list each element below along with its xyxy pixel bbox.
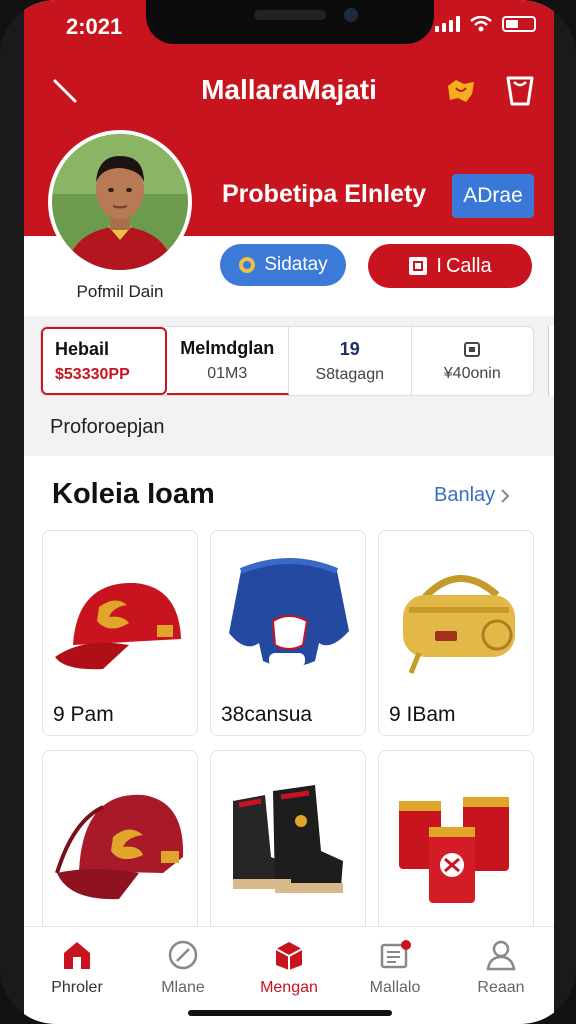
stat-title: Melmdglan	[180, 337, 275, 358]
chevron-right-icon	[501, 488, 510, 503]
signal-icon	[435, 16, 460, 32]
user-icon	[486, 940, 516, 971]
stat-item[interactable]: ¥40onin	[412, 327, 534, 395]
profile-name: Pofmil Dain	[76, 282, 164, 301]
gallery-title: Koleia Ioam	[52, 478, 215, 510]
settings-icon	[239, 257, 256, 273]
battery-icon	[502, 16, 536, 32]
bag-icon	[403, 575, 515, 674]
tab-label: Phroler	[51, 979, 103, 996]
profile-action-button[interactable]: ADrae	[452, 174, 534, 218]
calendar-icon	[409, 257, 428, 275]
stats-bar: Hebail $53330PP Melmdglan 01M3 19 S8taga…	[40, 326, 534, 396]
notch	[146, 0, 434, 44]
stat-value: S8tagagn	[315, 365, 384, 383]
pill-red-label: Calla	[445, 254, 492, 277]
stat-item[interactable]: Hebail $53330PP	[41, 327, 167, 395]
tab-home[interactable]: Phroler	[27, 939, 127, 1024]
calendar-icon	[464, 342, 481, 357]
profile-title: Probetipa Elnlety	[222, 180, 427, 208]
jersey-icon	[229, 558, 349, 667]
tab-label: Mengan	[260, 979, 318, 996]
section-label: Proforoepjan	[50, 416, 165, 438]
stat-value: $53330PP	[55, 365, 130, 383]
phone-frame: 2:021 MallaraMajati Probetipa Elnlety AD…	[0, 0, 576, 1024]
news-icon	[380, 940, 411, 969]
stat-value: 01M3	[207, 364, 248, 382]
status-time: 2:021	[66, 14, 123, 39]
stats-overflow-edge	[548, 326, 554, 396]
mugs-icon	[399, 797, 509, 903]
shopping-bag-icon[interactable]	[504, 74, 536, 108]
item-card[interactable]: 38cansua	[210, 530, 366, 736]
stat-title: Hebail	[55, 338, 110, 359]
map-icon[interactable]	[444, 76, 478, 106]
item-card-label: 9 Pam	[53, 703, 114, 726]
stat-title: 19	[339, 338, 360, 359]
see-all-link[interactable]: Banlay	[434, 484, 511, 507]
tab-label: Reaan	[477, 979, 525, 996]
item-card-label: 9 IBam	[389, 703, 456, 726]
box-icon	[275, 942, 303, 970]
stat-value: ¥40onin	[443, 365, 501, 382]
compass-icon	[168, 940, 198, 970]
wifi-icon	[470, 16, 492, 32]
pill-blue-label: Sidatay	[264, 254, 328, 275]
pill-button-red[interactable]: I Calla	[368, 244, 532, 288]
boots-icon	[233, 785, 343, 893]
tab-label: Mlane	[161, 979, 205, 996]
stat-item[interactable]: 19 S8tagagn	[289, 327, 412, 395]
screen: 2:021 MallaraMajati Probetipa Elnlety AD…	[24, 0, 554, 1024]
item-card-label: 38cansua	[221, 703, 313, 726]
home-indicator	[188, 1010, 392, 1016]
tab-profile[interactable]: Reaan	[451, 939, 551, 1024]
tab-label: Mallalo	[369, 979, 421, 996]
item-card[interactable]: 9 IBam	[378, 530, 534, 736]
avatar[interactable]	[48, 130, 192, 274]
cap-icon	[55, 794, 184, 900]
home-icon	[64, 942, 90, 969]
status-icons	[435, 16, 536, 32]
pill-button-blue[interactable]: Sidatay	[220, 244, 346, 286]
stat-item[interactable]: Melmdglan 01M3	[166, 327, 289, 395]
see-all-label: Banlay	[434, 484, 496, 506]
cap-icon	[55, 582, 181, 670]
avatar-photo	[52, 134, 188, 270]
pill-red-prefix: I	[436, 254, 442, 277]
item-card[interactable]: 9 Pam	[42, 530, 198, 736]
